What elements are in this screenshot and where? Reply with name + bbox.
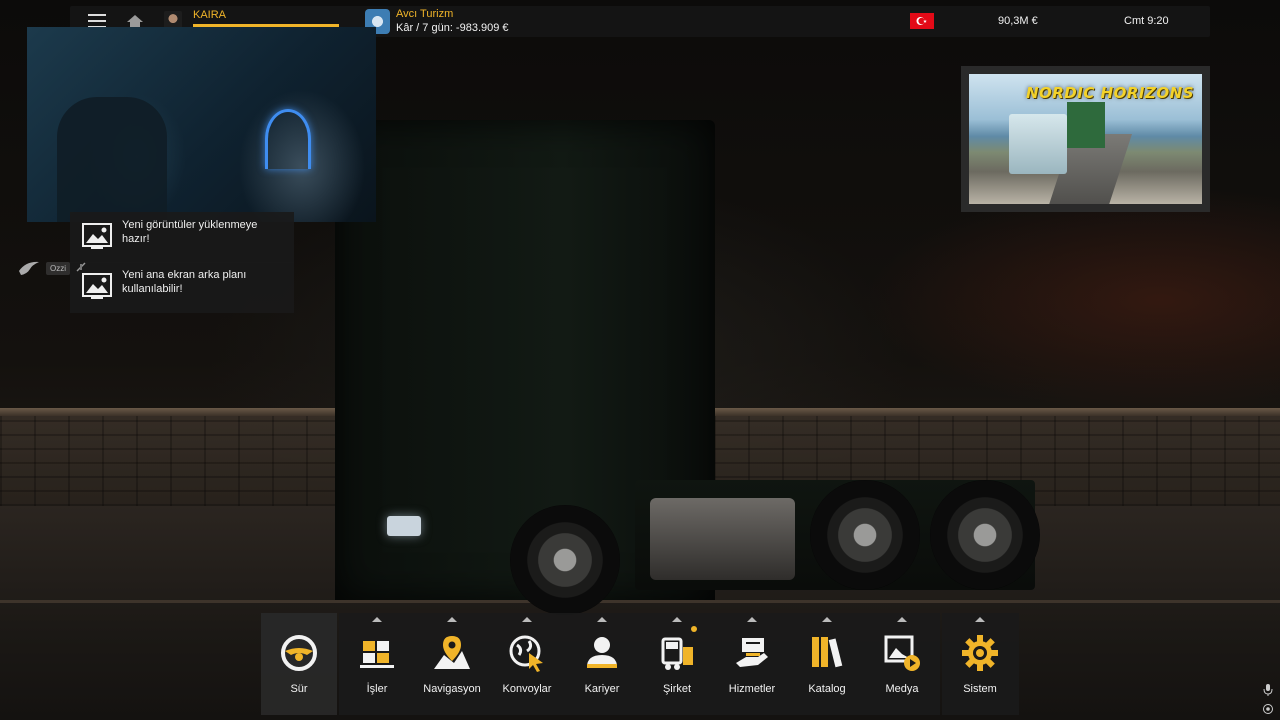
dock-label: Hizmetler xyxy=(728,683,776,695)
dock-label: Navigasyon xyxy=(423,683,481,695)
rear-wheel xyxy=(810,480,920,590)
dock-label: Konvoylar xyxy=(502,683,552,695)
caret-up-icon xyxy=(597,617,607,622)
person-icon xyxy=(582,633,622,673)
banner-trailer xyxy=(1067,102,1105,148)
notification-text: Yeni görüntüler yüklenmeye hazır! xyxy=(122,219,258,245)
cargo-icon xyxy=(357,633,397,673)
media-icon xyxy=(882,633,922,673)
truck-company-icon xyxy=(657,633,697,673)
image-icon xyxy=(82,273,112,300)
dock-system-button[interactable]: Sistem xyxy=(942,613,1018,715)
map-pin-icon xyxy=(432,633,472,673)
caret-up-icon xyxy=(447,617,457,622)
gaming-chair xyxy=(57,97,167,222)
chat-username: Ozzi xyxy=(46,261,70,275)
dock-jobs-button[interactable]: İşler xyxy=(339,613,415,715)
bottom-dock: Sür İşler Navigasyon Konvoylar Kariyer Ş… xyxy=(261,613,1019,715)
caret-up-icon xyxy=(747,617,757,622)
caret-up-icon xyxy=(372,617,382,622)
dock-services-button[interactable]: Hizmetler xyxy=(714,613,790,715)
dlc-banner-image: NORDIC HORIZONS xyxy=(969,74,1202,204)
caret-up-icon xyxy=(672,617,682,622)
dock-company-button[interactable]: Şirket xyxy=(639,613,715,715)
dock-label: Medya xyxy=(885,683,919,695)
truck xyxy=(305,120,1045,615)
dock-label: Katalog xyxy=(808,683,846,695)
dock-career-button[interactable]: Kariyer xyxy=(564,613,640,715)
front-wheel xyxy=(510,505,620,615)
dock-label: Sistem xyxy=(963,683,997,695)
company-profit: Kâr / 7 gün: -983.909 € xyxy=(396,22,509,34)
dock-label: Şirket xyxy=(662,683,692,695)
headlight xyxy=(387,516,421,536)
hamburger-menu-icon[interactable] xyxy=(88,14,106,28)
dlc-title: NORDIC HORIZONS xyxy=(1025,84,1194,102)
dock-media-button[interactable]: Medya xyxy=(864,613,940,715)
dock-drive-button[interactable]: Sür xyxy=(261,613,337,715)
caret-up-icon xyxy=(897,617,907,622)
notification-new-background[interactable]: Yeni ana ekran arka planı kullanılabilir… xyxy=(70,262,294,313)
books-icon xyxy=(807,633,847,673)
image-icon xyxy=(82,223,112,250)
dock-navigation-button[interactable]: Navigasyon xyxy=(414,613,490,715)
notification-text: Yeni ana ekran arka planı kullanılabilir… xyxy=(122,269,247,295)
dock-convoys-button[interactable]: Konvoylar xyxy=(489,613,565,715)
money-balance: 90,3M € xyxy=(998,15,1038,27)
caret-up-icon xyxy=(822,617,832,622)
player-name: KAIRA xyxy=(193,9,227,21)
gps-target-icon[interactable] xyxy=(1262,702,1274,720)
caret-up-icon xyxy=(522,617,532,622)
company-name: Avcı Turizm xyxy=(396,8,454,20)
globe-cursor-icon xyxy=(507,633,547,673)
dock-label: Sür xyxy=(290,683,308,695)
dock-catalog-button[interactable]: Katalog xyxy=(789,613,865,715)
chat-row: Ozzi xyxy=(18,258,86,278)
dock-label: İşler xyxy=(366,683,388,695)
fuel-tank xyxy=(650,498,795,580)
game-clock: Cmt 9:20 xyxy=(1124,15,1169,27)
steering-wheel-icon xyxy=(279,633,319,673)
dock-label: Kariyer xyxy=(584,683,620,695)
caret-up-icon xyxy=(975,617,985,622)
mute-icon[interactable] xyxy=(76,259,86,277)
webcam-overlay xyxy=(27,27,376,222)
notification-new-screenshots[interactable]: Yeni görüntüler yüklenmeye hazır! xyxy=(70,212,294,263)
headset-icon xyxy=(265,109,311,169)
microphone-icon[interactable] xyxy=(1262,683,1274,702)
gear-icon xyxy=(960,633,1000,673)
turkey-flag-icon xyxy=(910,13,934,29)
banner-truck xyxy=(1009,114,1067,174)
eagle-avatar-icon xyxy=(18,259,40,277)
notification-dot xyxy=(691,626,697,632)
service-hand-icon xyxy=(732,633,772,673)
rear-wheel xyxy=(930,480,1040,590)
dlc-banner[interactable]: NORDIC HORIZONS xyxy=(961,66,1210,212)
